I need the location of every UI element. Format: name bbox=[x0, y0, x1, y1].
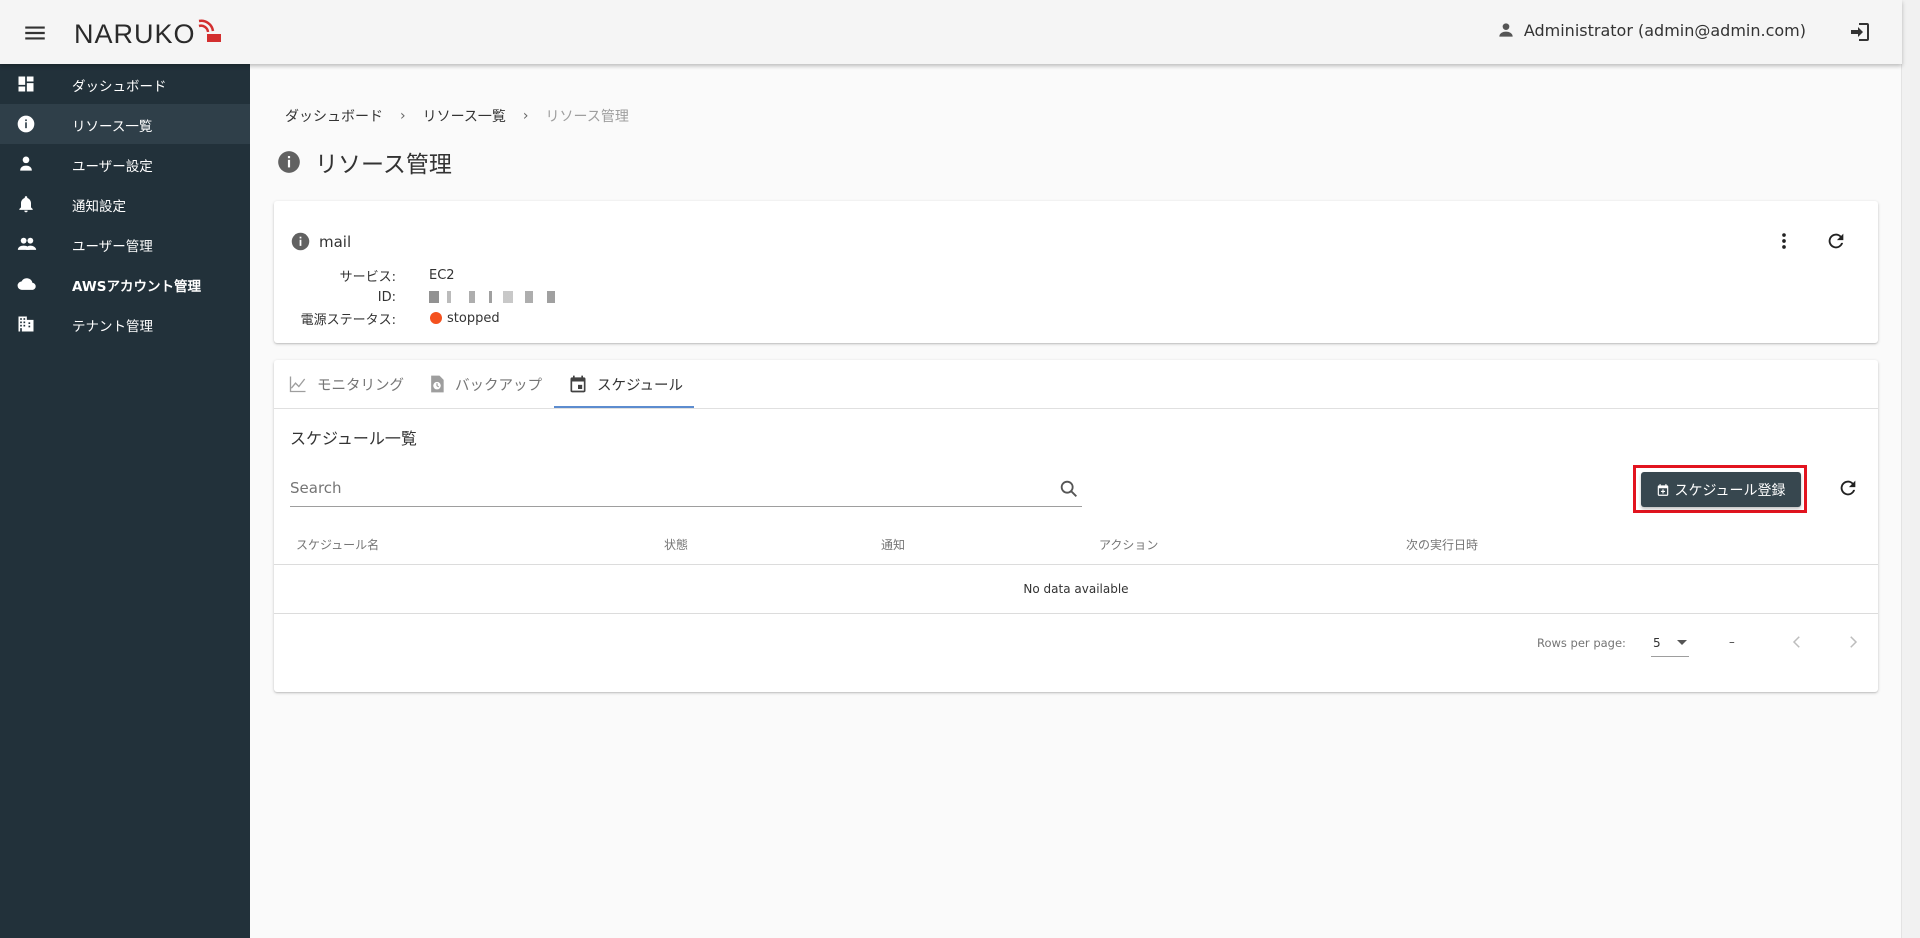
sidebar-item-notification-settings[interactable]: 通知設定 bbox=[0, 184, 250, 224]
breadcrumb-separator: › bbox=[400, 108, 406, 124]
schedule-card: モニタリング バックアップ スケジュール スケジュール一覧 スケジュール登録 bbox=[274, 360, 1878, 692]
table-header: スケジュール名 状態 通知 アクション 次の実行日時 bbox=[274, 522, 1878, 565]
people-icon bbox=[16, 234, 37, 254]
tab-label: モニタリング bbox=[317, 377, 404, 394]
sidebar-item-user-settings[interactable]: ユーザー設定 bbox=[0, 144, 250, 184]
person-icon bbox=[16, 154, 36, 174]
sidebar-item-label: リソース一覧 bbox=[72, 119, 153, 135]
column-header-next-run[interactable]: 次の実行日時 bbox=[1406, 536, 1478, 553]
refresh-schedule-button[interactable] bbox=[1834, 474, 1862, 502]
page-title-text: リソース管理 bbox=[315, 152, 452, 178]
id-label: ID: bbox=[377, 289, 396, 305]
table-empty-message: No data available bbox=[274, 565, 1878, 614]
menu-icon[interactable] bbox=[22, 20, 48, 46]
chevron-down-icon bbox=[1677, 640, 1687, 645]
logout-icon[interactable] bbox=[1848, 20, 1872, 44]
table-footer: Rows per page: 5 – bbox=[274, 614, 1878, 672]
info-icon bbox=[290, 231, 311, 252]
sidebar-item-label: テナント管理 bbox=[72, 319, 153, 335]
sidebar-item-label: 通知設定 bbox=[72, 199, 126, 215]
service-row: サービス: EC2 bbox=[274, 267, 1878, 285]
cloud-icon bbox=[16, 274, 36, 294]
sidebar: ダッシュボード リソース一覧 ユーザー設定 通知設定 ユーザー管理 AWSアカウ… bbox=[0, 64, 250, 938]
account-icon bbox=[1496, 20, 1516, 40]
tab-monitoring[interactable]: モニタリング bbox=[288, 360, 404, 408]
breadcrumb: ダッシュボード › リソース一覧 › リソース管理 bbox=[285, 106, 629, 126]
tab-label: バックアップ bbox=[455, 377, 542, 394]
sidebar-item-label: ユーザー設定 bbox=[72, 159, 153, 175]
calendar-icon bbox=[568, 374, 588, 394]
register-button-label: スケジュール登録 bbox=[1674, 482, 1786, 499]
sidebar-item-dashboard[interactable]: ダッシュボード bbox=[0, 64, 250, 104]
id-value-redacted bbox=[429, 290, 572, 305]
id-row: ID: bbox=[274, 289, 1878, 305]
search-input[interactable] bbox=[290, 476, 1030, 500]
sidebar-item-user-management[interactable]: ユーザー管理 bbox=[0, 224, 250, 264]
rows-per-page-select[interactable]: 5 bbox=[1651, 630, 1689, 657]
calendar-add-icon bbox=[1656, 483, 1670, 497]
schedule-register-button[interactable]: スケジュール登録 bbox=[1641, 472, 1801, 507]
power-status-text: stopped bbox=[447, 310, 500, 326]
column-header-schedule-name[interactable]: スケジュール名 bbox=[296, 536, 379, 553]
tab-label: スケジュール bbox=[597, 377, 683, 394]
sidebar-item-resources[interactable]: リソース一覧 bbox=[0, 104, 250, 144]
page-range: – bbox=[1729, 635, 1735, 649]
tab-backup[interactable]: バックアップ bbox=[428, 360, 542, 408]
user-menu[interactable]: Administrator (admin@admin.com) bbox=[1496, 20, 1806, 40]
next-page-button[interactable] bbox=[1839, 628, 1867, 656]
app-bar: NARUKO Administrator (admin@admin.com) bbox=[0, 0, 1902, 64]
logo-signal-icon bbox=[193, 15, 223, 45]
sidebar-item-label: ユーザー管理 bbox=[72, 239, 153, 255]
tab-bar: モニタリング バックアップ スケジュール bbox=[274, 360, 1878, 409]
schedule-section-title: スケジュール一覧 bbox=[290, 429, 417, 448]
page-title: リソース管理 bbox=[276, 145, 452, 179]
power-status-row: 電源ステータス: stopped bbox=[274, 310, 1878, 328]
more-vert-button[interactable] bbox=[1770, 227, 1798, 255]
info-icon bbox=[276, 149, 302, 175]
rows-per-page-value: 5 bbox=[1653, 636, 1661, 650]
sidebar-item-label: AWSアカウント管理 bbox=[72, 279, 201, 295]
logo-text: NARUKO bbox=[74, 19, 196, 49]
refresh-resource-button[interactable] bbox=[1822, 227, 1850, 255]
column-header-notification[interactable]: 通知 bbox=[881, 536, 905, 553]
dashboard-icon bbox=[16, 74, 36, 94]
backup-icon bbox=[428, 374, 446, 394]
search-icon[interactable] bbox=[1058, 478, 1080, 500]
breadcrumb-dashboard[interactable]: ダッシュボード bbox=[285, 106, 383, 126]
breadcrumb-current: リソース管理 bbox=[545, 109, 629, 125]
resource-name: mail bbox=[290, 231, 351, 252]
breadcrumb-separator: › bbox=[522, 108, 529, 124]
prev-page-button[interactable] bbox=[1783, 628, 1811, 656]
resource-info-card: mail サービス: EC2 ID: 電源ステータス: stopped bbox=[274, 201, 1878, 343]
tab-schedule[interactable]: スケジュール bbox=[568, 360, 683, 408]
breadcrumb-resource-list[interactable]: リソース一覧 bbox=[423, 106, 506, 126]
power-status-label: 電源ステータス: bbox=[300, 312, 396, 328]
rows-per-page-label: Rows per page: bbox=[1537, 636, 1626, 650]
service-value: EC2 bbox=[429, 267, 455, 283]
tab-active-indicator bbox=[554, 406, 694, 408]
user-label: Administrator (admin@admin.com) bbox=[1523, 20, 1806, 40]
sidebar-item-aws-accounts[interactable]: AWSアカウント管理 bbox=[0, 264, 250, 304]
resource-name-text: mail bbox=[319, 232, 352, 251]
search-field bbox=[290, 472, 1082, 507]
column-header-status[interactable]: 状態 bbox=[664, 536, 688, 553]
column-header-action[interactable]: アクション bbox=[1099, 536, 1158, 553]
sidebar-item-label: ダッシュボード bbox=[72, 79, 167, 95]
bell-icon bbox=[16, 194, 36, 214]
building-icon bbox=[16, 314, 36, 334]
info-icon bbox=[16, 114, 36, 134]
sidebar-item-tenant-management[interactable]: テナント管理 bbox=[0, 304, 250, 344]
status-dot-icon bbox=[430, 312, 442, 324]
logo[interactable]: NARUKO bbox=[74, 18, 223, 50]
power-status-value: stopped bbox=[430, 311, 500, 326]
service-label: サービス: bbox=[339, 269, 396, 285]
page-scrollbar[interactable] bbox=[1901, 0, 1920, 938]
chart-line-icon bbox=[288, 374, 308, 394]
